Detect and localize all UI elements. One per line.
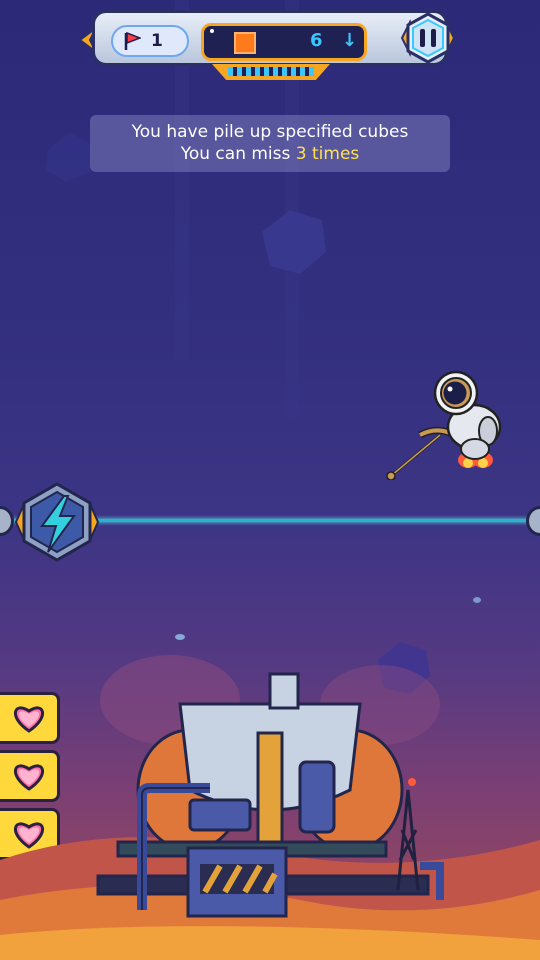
cube-count: 6	[310, 30, 323, 51]
lightning-powerup[interactable]	[14, 482, 100, 562]
hud-frame: 1 6 ↓	[92, 10, 448, 66]
game-scene: 1 6 ↓ You have pile up specified cubes Y…	[0, 0, 540, 960]
cube-target-panel: 6 ↓	[201, 23, 367, 61]
level-indicator: 1	[111, 25, 189, 57]
astronaut-character	[386, 370, 502, 480]
progress-ticks	[212, 64, 330, 80]
space-base-ground	[0, 655, 540, 960]
level-number: 1	[151, 31, 163, 51]
instruction-message: You have pile up specified cubes You can…	[90, 115, 450, 172]
pause-icon	[420, 29, 425, 47]
top-hud: 1 6 ↓	[78, 8, 460, 80]
down-arrow-icon: ↓	[342, 30, 358, 51]
instruction-line-2: You can miss 3 times	[90, 143, 450, 165]
pause-button[interactable]	[400, 12, 456, 64]
flag-icon	[124, 31, 141, 50]
instruction-line-1: You have pile up specified cubes	[131, 122, 409, 142]
miss-label: You can miss	[180, 144, 296, 164]
cube-icon	[234, 32, 256, 54]
asteroid-rock-icon	[262, 210, 326, 274]
miss-count: 3 times	[295, 144, 360, 164]
